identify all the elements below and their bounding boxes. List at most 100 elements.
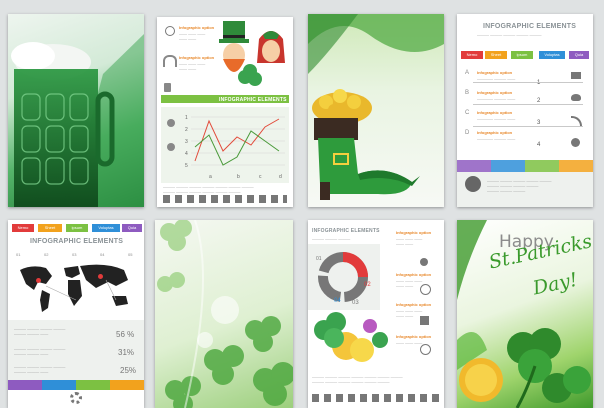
x-tick-d: d [279, 174, 282, 180]
card-world-map-infographic: Nemo Sheet ipsum Voluptas Quia INFOGRAPH… [8, 220, 144, 408]
row-text-4: ———— ——— —— [477, 136, 516, 141]
option-text-2: —— —— —— —— —— [396, 278, 423, 288]
icon-strip [163, 195, 287, 203]
tab-sheet[interactable]: Sheet [38, 224, 62, 232]
chart-label-02: 02 [364, 282, 371, 288]
card-infographic-tabs: INFOGRAPHIC ELEMENTS ——— ——— ——— ——— ———… [457, 14, 593, 207]
option-label-2: Infographic option [396, 272, 432, 277]
row-letter-a: A [465, 70, 470, 76]
mail-icon [571, 72, 581, 79]
dollar-icon [420, 284, 431, 295]
infographic-title: INFOGRAPHIC ELEMENTS [483, 23, 577, 30]
tab-nemo[interactable]: Nemo [461, 51, 483, 59]
percent-1: 56 % [116, 330, 135, 339]
infographic-title: INFOGRAPHIC ELEMENTS [219, 97, 287, 103]
row-option-4: Infographic option [477, 130, 513, 135]
clock-icon [167, 119, 175, 127]
row-option-3: Infographic option [477, 110, 513, 115]
option-text-4: —— —— —— [396, 340, 423, 345]
infographic-title: INFOGRAPHIC ELEMENTS [312, 228, 380, 234]
option-label-3: Infographic option [396, 302, 432, 307]
chart-label-03: 03 [352, 300, 359, 306]
tick-04: 04 [100, 252, 105, 257]
chart-label-04: 04 [334, 298, 341, 304]
percent-2: 31% [118, 348, 135, 357]
tab-ipsum[interactable]: ipsum [511, 51, 533, 59]
chart-label-01: 01 [316, 256, 322, 262]
stat-text-3: ——— ——— ——— ——— ——— ——— —— [14, 364, 66, 374]
row-divider [473, 126, 583, 127]
clover-pattern [157, 220, 293, 408]
world-map [20, 264, 128, 312]
row-text-1: ———— ——— —— [477, 76, 516, 81]
tab-voluptas[interactable]: Voluptas [92, 224, 120, 232]
x-tick-a: a [209, 174, 212, 180]
row-option-1: Infographic option [477, 70, 513, 75]
y-tick-1: 1 [185, 115, 188, 121]
row-text-2: ———— ——— —— [477, 96, 516, 101]
bird-icon [571, 94, 581, 101]
card-clover-background [155, 220, 293, 408]
globe-icon [465, 176, 481, 192]
gift-icon [420, 316, 429, 325]
x-tick-b: b [237, 174, 240, 180]
tab-ipsum[interactable]: ipsum [66, 224, 88, 232]
y-tick-2: 2 [185, 127, 188, 133]
option-label-1: Infographic option [396, 230, 432, 235]
y-tick-5: 5 [185, 163, 188, 169]
row-text-3: ———— ——— —— [477, 116, 516, 121]
pin-icon [36, 278, 41, 283]
row-letter-c: C [465, 110, 470, 116]
option-text-3: —— —— —— —— —— [396, 308, 423, 318]
option-label-2: Infographic option [179, 55, 215, 60]
option-text-1: —— —— —— —— —— [179, 31, 206, 41]
leprechaun-couple-illustration [219, 21, 285, 86]
gold-boot-illustration [308, 14, 444, 200]
footer-text: ——— ——— ——— ——— ——— ——— ——— ——— ——— ——— ——… [487, 178, 552, 193]
stat-text-1: ——— ——— ——— ——— ——— ——— —— [14, 326, 66, 336]
row-number-1: 1 [537, 80, 541, 86]
tab-nemo[interactable]: Nemo [12, 224, 34, 232]
horseshoe-icon [163, 55, 177, 67]
color-bands [457, 160, 593, 172]
tick-01: 01 [16, 252, 21, 257]
option-label-1: Infographic option [179, 25, 215, 30]
ring-icon [165, 26, 175, 36]
tick-02: 02 [44, 252, 49, 257]
pin-icon [98, 274, 103, 279]
footer-text: ——— ——— ——— ——— ——— ——— ——— ——— ——— ——— —… [312, 374, 403, 384]
stat-text-2: ——— ——— ——— ——— ——— ——— —— [14, 346, 66, 356]
tick-05: 05 [128, 252, 133, 257]
clover-coins-illustration [314, 312, 388, 362]
tab-sheet[interactable]: Sheet [485, 51, 507, 59]
row-number-4: 4 [537, 142, 541, 148]
option-text-2: —— —— —— —— —— [179, 61, 206, 71]
color-bands [8, 380, 144, 390]
tab-voluptas[interactable]: Voluptas [539, 51, 565, 59]
bottom-text: ——— ——— ——— ——— ——— ——— ——— ——— ——— ——— —… [163, 184, 254, 194]
infographic-title: INFOGRAPHIC ELEMENTS [30, 238, 124, 245]
clover-icon [167, 143, 175, 151]
tab-quia[interactable]: Quia [569, 51, 589, 59]
row-divider [473, 82, 583, 83]
percent-3: 25% [120, 366, 137, 375]
tab-quia[interactable]: Quia [122, 224, 142, 232]
option-label-4: Infographic option [396, 334, 432, 339]
tick-03: 03 [72, 252, 77, 257]
card-gold-boot [308, 14, 444, 207]
y-tick-4: 4 [185, 151, 188, 157]
icon-strip [312, 394, 440, 402]
person-icon [420, 258, 428, 266]
y-tick-3: 3 [185, 139, 188, 145]
mug-icon [164, 83, 171, 92]
beer-mug-illustration [11, 34, 144, 207]
row-letter-d: D [465, 130, 470, 136]
row-letter-b: B [465, 90, 470, 96]
card-beer-mug [8, 14, 144, 207]
tick-row: 01 02 03 04 05 [16, 252, 138, 258]
gear-icon [70, 392, 82, 404]
clock-icon [420, 344, 431, 355]
row-option-2: Infographic option [477, 90, 513, 95]
line-chart: 1 2 3 4 5 a b c d [161, 107, 289, 183]
card-donut-infographic: INFOGRAPHIC ELEMENTS ——— ——— —————— ——— … [308, 220, 444, 408]
